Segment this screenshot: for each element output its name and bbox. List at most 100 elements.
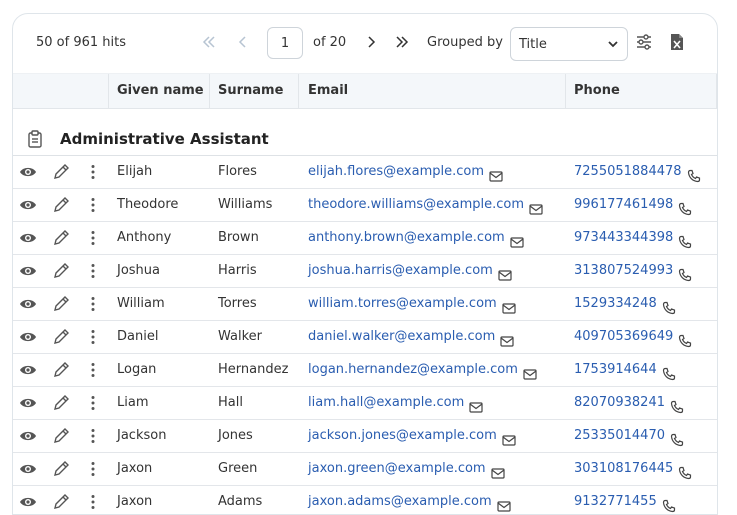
more-actions-button[interactable] xyxy=(84,196,102,214)
envelope-icon[interactable] xyxy=(502,296,516,314)
phone-icon[interactable] xyxy=(678,461,692,479)
vertical-dots-icon xyxy=(91,396,95,410)
column-header-surname[interactable]: Surname xyxy=(218,74,283,108)
phone-link[interactable]: 82070938241 xyxy=(574,395,665,410)
envelope-icon[interactable] xyxy=(523,362,537,380)
phone-link[interactable]: 1529334248 xyxy=(574,296,657,311)
view-button[interactable] xyxy=(19,493,37,511)
phone-link[interactable]: 7255051884478 xyxy=(574,164,682,179)
phone-link[interactable]: 25335014470 xyxy=(574,428,665,443)
phone-icon[interactable] xyxy=(662,296,676,314)
phone-icon[interactable] xyxy=(662,362,676,380)
more-actions-button[interactable] xyxy=(84,427,102,445)
page-total: of 20 xyxy=(313,35,347,50)
export-excel-button[interactable] xyxy=(669,33,689,53)
more-actions-button[interactable] xyxy=(84,460,102,478)
edit-button[interactable] xyxy=(52,394,70,412)
envelope-icon[interactable] xyxy=(489,164,503,182)
group-by-select[interactable]: Title xyxy=(510,27,628,61)
column-header-phone[interactable]: Phone xyxy=(574,74,620,108)
more-actions-button[interactable] xyxy=(84,328,102,346)
column-settings-button[interactable] xyxy=(635,33,655,53)
view-button[interactable] xyxy=(19,328,37,346)
phone-link[interactable]: 973443344398 xyxy=(574,230,673,245)
email-link[interactable]: jackson.jones@example.com xyxy=(308,428,497,443)
more-actions-button[interactable] xyxy=(84,229,102,247)
more-actions-button[interactable] xyxy=(84,262,102,280)
phone-link[interactable]: 303108176445 xyxy=(574,461,673,476)
vertical-dots-icon xyxy=(91,429,95,443)
phone-icon[interactable] xyxy=(662,494,676,512)
chevron-down-icon xyxy=(608,41,618,48)
edit-button[interactable] xyxy=(52,196,70,214)
email-link[interactable]: joshua.harris@example.com xyxy=(308,263,493,278)
view-button[interactable] xyxy=(19,229,37,247)
view-button[interactable] xyxy=(19,196,37,214)
phone-icon[interactable] xyxy=(678,197,692,215)
view-button[interactable] xyxy=(19,394,37,412)
view-button[interactable] xyxy=(19,361,37,379)
surname-cell: Adams xyxy=(218,494,263,509)
given-name-cell: Logan xyxy=(117,362,157,377)
envelope-icon[interactable] xyxy=(469,395,483,413)
phone-cell: 7255051884478 xyxy=(574,156,701,188)
envelope-icon[interactable] xyxy=(497,494,511,512)
envelope-icon[interactable] xyxy=(529,197,543,215)
more-actions-button[interactable] xyxy=(84,361,102,379)
email-link[interactable]: logan.hernandez@example.com xyxy=(308,362,518,377)
email-link[interactable]: theodore.williams@example.com xyxy=(308,197,524,212)
edit-button[interactable] xyxy=(52,361,70,379)
email-link[interactable]: william.torres@example.com xyxy=(308,296,497,311)
view-button[interactable] xyxy=(19,295,37,313)
more-actions-button[interactable] xyxy=(84,163,102,181)
more-actions-button[interactable] xyxy=(84,295,102,313)
envelope-icon[interactable] xyxy=(498,263,512,281)
phone-icon[interactable] xyxy=(670,395,684,413)
edit-button[interactable] xyxy=(52,460,70,478)
next-page-button[interactable] xyxy=(363,34,379,54)
group-header[interactable]: Administrative Assistant xyxy=(13,108,717,156)
envelope-icon[interactable] xyxy=(500,329,514,347)
envelope-icon[interactable] xyxy=(510,230,524,248)
more-actions-button[interactable] xyxy=(84,493,102,511)
view-button[interactable] xyxy=(19,262,37,280)
email-link[interactable]: elijah.flores@example.com xyxy=(308,164,484,179)
email-link[interactable]: daniel.walker@example.com xyxy=(308,329,495,344)
view-button[interactable] xyxy=(19,460,37,478)
phone-link[interactable]: 9132771455 xyxy=(574,494,657,509)
envelope-icon[interactable] xyxy=(491,461,505,479)
edit-button[interactable] xyxy=(52,262,70,280)
prev-page-button[interactable] xyxy=(235,34,251,54)
edit-button[interactable] xyxy=(52,163,70,181)
phone-link[interactable]: 313807524993 xyxy=(574,263,673,278)
edit-button[interactable] xyxy=(52,295,70,313)
email-link[interactable]: liam.hall@example.com xyxy=(308,395,464,410)
view-button[interactable] xyxy=(19,427,37,445)
phone-link[interactable]: 996177461498 xyxy=(574,197,673,212)
last-page-button[interactable] xyxy=(394,34,410,54)
email-link[interactable]: jaxon.green@example.com xyxy=(308,461,486,476)
edit-button[interactable] xyxy=(52,427,70,445)
phone-icon[interactable] xyxy=(687,164,701,182)
view-button[interactable] xyxy=(19,163,37,181)
edit-button[interactable] xyxy=(52,229,70,247)
envelope-icon[interactable] xyxy=(502,428,516,446)
page-number-input[interactable] xyxy=(267,27,303,59)
phone-icon[interactable] xyxy=(670,428,684,446)
first-page-button[interactable] xyxy=(201,34,217,54)
phone-icon[interactable] xyxy=(678,329,692,347)
phone-cell: 409705369649 xyxy=(574,321,692,353)
email-link[interactable]: jaxon.adams@example.com xyxy=(308,494,492,509)
more-actions-button[interactable] xyxy=(84,394,102,412)
edit-button[interactable] xyxy=(52,328,70,346)
email-link[interactable]: anthony.brown@example.com xyxy=(308,230,505,245)
phone-link[interactable]: 1753914644 xyxy=(574,362,657,377)
phone-cell: 1753914644 xyxy=(574,354,676,386)
column-header-email[interactable]: Email xyxy=(308,74,348,108)
phone-link[interactable]: 409705369649 xyxy=(574,329,673,344)
edit-button[interactable] xyxy=(52,493,70,511)
given-name-cell: Jaxon xyxy=(117,461,153,476)
phone-icon[interactable] xyxy=(678,230,692,248)
column-header-given-name[interactable]: Given name xyxy=(117,74,204,108)
phone-icon[interactable] xyxy=(678,263,692,281)
